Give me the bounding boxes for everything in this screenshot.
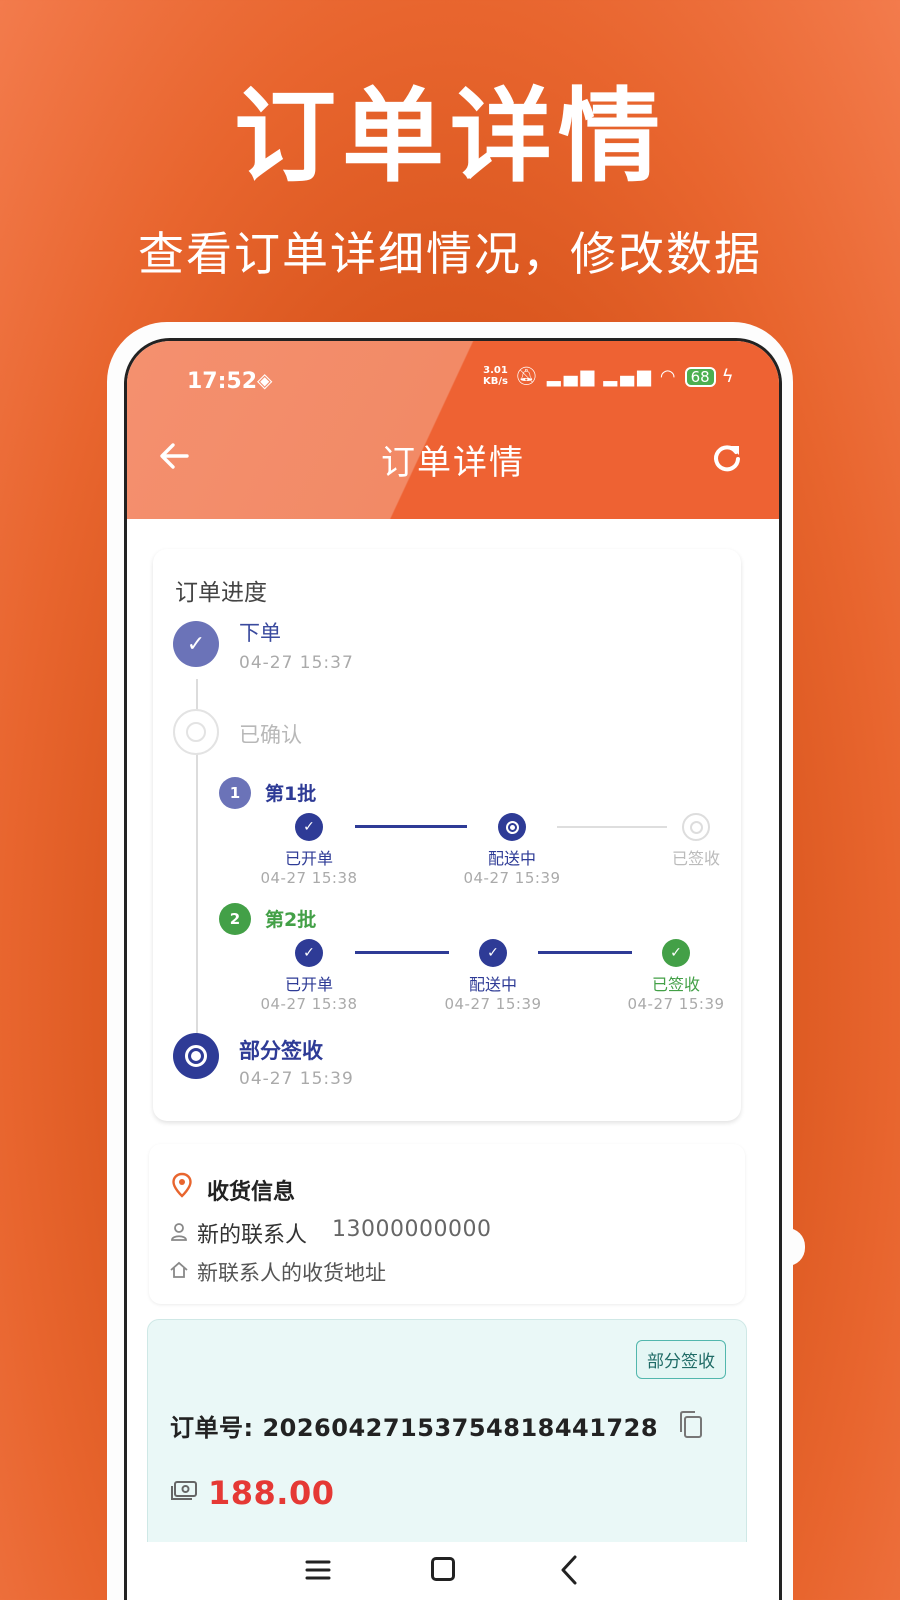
batch-1-stage-1-label: 已开单 <box>284 849 333 868</box>
contact-phone: 13000000000 <box>332 1217 492 1242</box>
batch-1-stage-3-pending-icon <box>682 813 710 841</box>
batch-1-badge: 1 <box>219 777 251 809</box>
net-speed-value: 3.01 <box>483 365 508 376</box>
order-amount: 188.00 <box>208 1474 335 1512</box>
status-icons: 🔕︎ ▂▄▆ ▂▄▆ ◠ 68 ϟ <box>515 366 737 387</box>
app-header: 17:52 ◈ 3.01 KB/s 🔕︎ ▂▄▆ ▂▄▆ ◠ 68 ϟ 订单详情 <box>127 341 779 519</box>
batch-2-stage-2-check-icon: ✓ <box>479 939 507 967</box>
progress-card-title: 订单进度 <box>175 580 267 606</box>
batch-1-stage-3-label: 已签收 <box>671 849 720 868</box>
copy-icon[interactable] <box>678 1410 704 1440</box>
money-icon <box>171 1481 197 1500</box>
net-speed: 3.01 KB/s <box>483 365 508 387</box>
order-number: 订单号: 20260427153754818441728 <box>170 1414 659 1442</box>
shipping-info-title: 收货信息 <box>207 1180 296 1205</box>
home-button[interactable] <box>431 1557 455 1581</box>
batch-2-stage-3-time: 04-27 15:39 <box>627 995 725 1013</box>
batch-2-connector-1 <box>355 951 449 954</box>
batch-1-stage-2-time: 04-27 15:39 <box>463 869 561 887</box>
batch-1-stage-2-current-icon <box>498 813 526 841</box>
batch-2-connector-2 <box>538 951 632 954</box>
batch-2-badge: 2 <box>219 903 251 935</box>
batch-2-stage-1-label: 已开单 <box>284 975 333 994</box>
step-confirmed-pending-icon <box>173 709 219 755</box>
promo-subtitle: 查看订单详细情况，修改数据 <box>138 227 762 281</box>
system-nav-bar <box>127 1542 779 1600</box>
status-time: 17:52 <box>187 369 258 394</box>
contact-name: 新的联系人 <box>197 1223 308 1248</box>
shipping-address: 新联系人的收货地址 <box>197 1261 386 1285</box>
batch-1-title: 第1批 <box>265 783 317 805</box>
batch-2-title: 第2批 <box>265 909 317 931</box>
battery-icon: 68 <box>684 366 716 387</box>
batch-2-stage-3-label: 已签收 <box>651 975 700 994</box>
order-status-badge: 部分签收 <box>636 1340 726 1379</box>
step-partial-signed-label: 部分签收 <box>239 1039 323 1063</box>
step-ordered-label: 下单 <box>239 621 281 645</box>
batch-2-stage-2-time: 04-27 15:39 <box>444 995 542 1013</box>
phone-screen: 17:52 ◈ 3.01 KB/s 🔕︎ ▂▄▆ ▂▄▆ ◠ 68 ϟ 订单详情… <box>124 338 782 1600</box>
batch-2-stage-1-time: 04-27 15:38 <box>260 995 358 1013</box>
order-progress-card: 订单进度 ✓ 下单 04-27 15:37 已确认 1 第1批 ✓ 已开单 04… <box>153 549 741 1121</box>
batch-2-stage-1-check-icon: ✓ <box>295 939 323 967</box>
location-pin-icon <box>172 1172 192 1198</box>
shipping-info-card[interactable]: 收货信息 新的联系人 13000000000 新联系人的收货地址 <box>149 1144 745 1304</box>
promo-title: 订单详情 <box>234 78 666 197</box>
wifi-icon: ◠ <box>659 366 679 387</box>
batch-1-stage-2-label: 配送中 <box>487 849 536 868</box>
batch-1-stage-1-time: 04-27 15:38 <box>260 869 358 887</box>
nfc-icon: ◈ <box>257 368 273 392</box>
batch-1-connector-1 <box>355 825 467 828</box>
mute-bell-icon: 🔕︎ <box>515 366 541 387</box>
page-title: 订单详情 <box>381 443 525 483</box>
batch-1-stage-1-check-icon: ✓ <box>295 813 323 841</box>
batch-1-connector-2 <box>557 826 667 828</box>
step-ordered-time: 04-27 15:37 <box>239 653 354 673</box>
refresh-icon[interactable] <box>711 441 743 473</box>
step-partial-signed-time: 04-27 15:39 <box>239 1069 354 1089</box>
signal-5g-icon-1: ▂▄▆ <box>546 366 598 387</box>
net-speed-unit: KB/s <box>483 376 508 387</box>
person-icon <box>171 1223 187 1241</box>
step-partial-signed-current-icon <box>173 1033 219 1079</box>
back-nav-icon[interactable] <box>557 1554 581 1586</box>
batch-2-stage-3-check-icon: ✓ <box>662 939 690 967</box>
home-icon <box>170 1261 188 1278</box>
batch-2-stage-2-label: 配送中 <box>468 975 517 994</box>
signal-5g-icon-2: ▂▄▆ <box>603 366 654 387</box>
step-confirmed-label: 已确认 <box>239 723 302 747</box>
menu-icon[interactable] <box>305 1558 331 1582</box>
phone-side-button <box>785 1228 805 1266</box>
step-ordered-check-icon: ✓ <box>173 621 219 667</box>
charging-icon: ϟ <box>721 366 737 387</box>
